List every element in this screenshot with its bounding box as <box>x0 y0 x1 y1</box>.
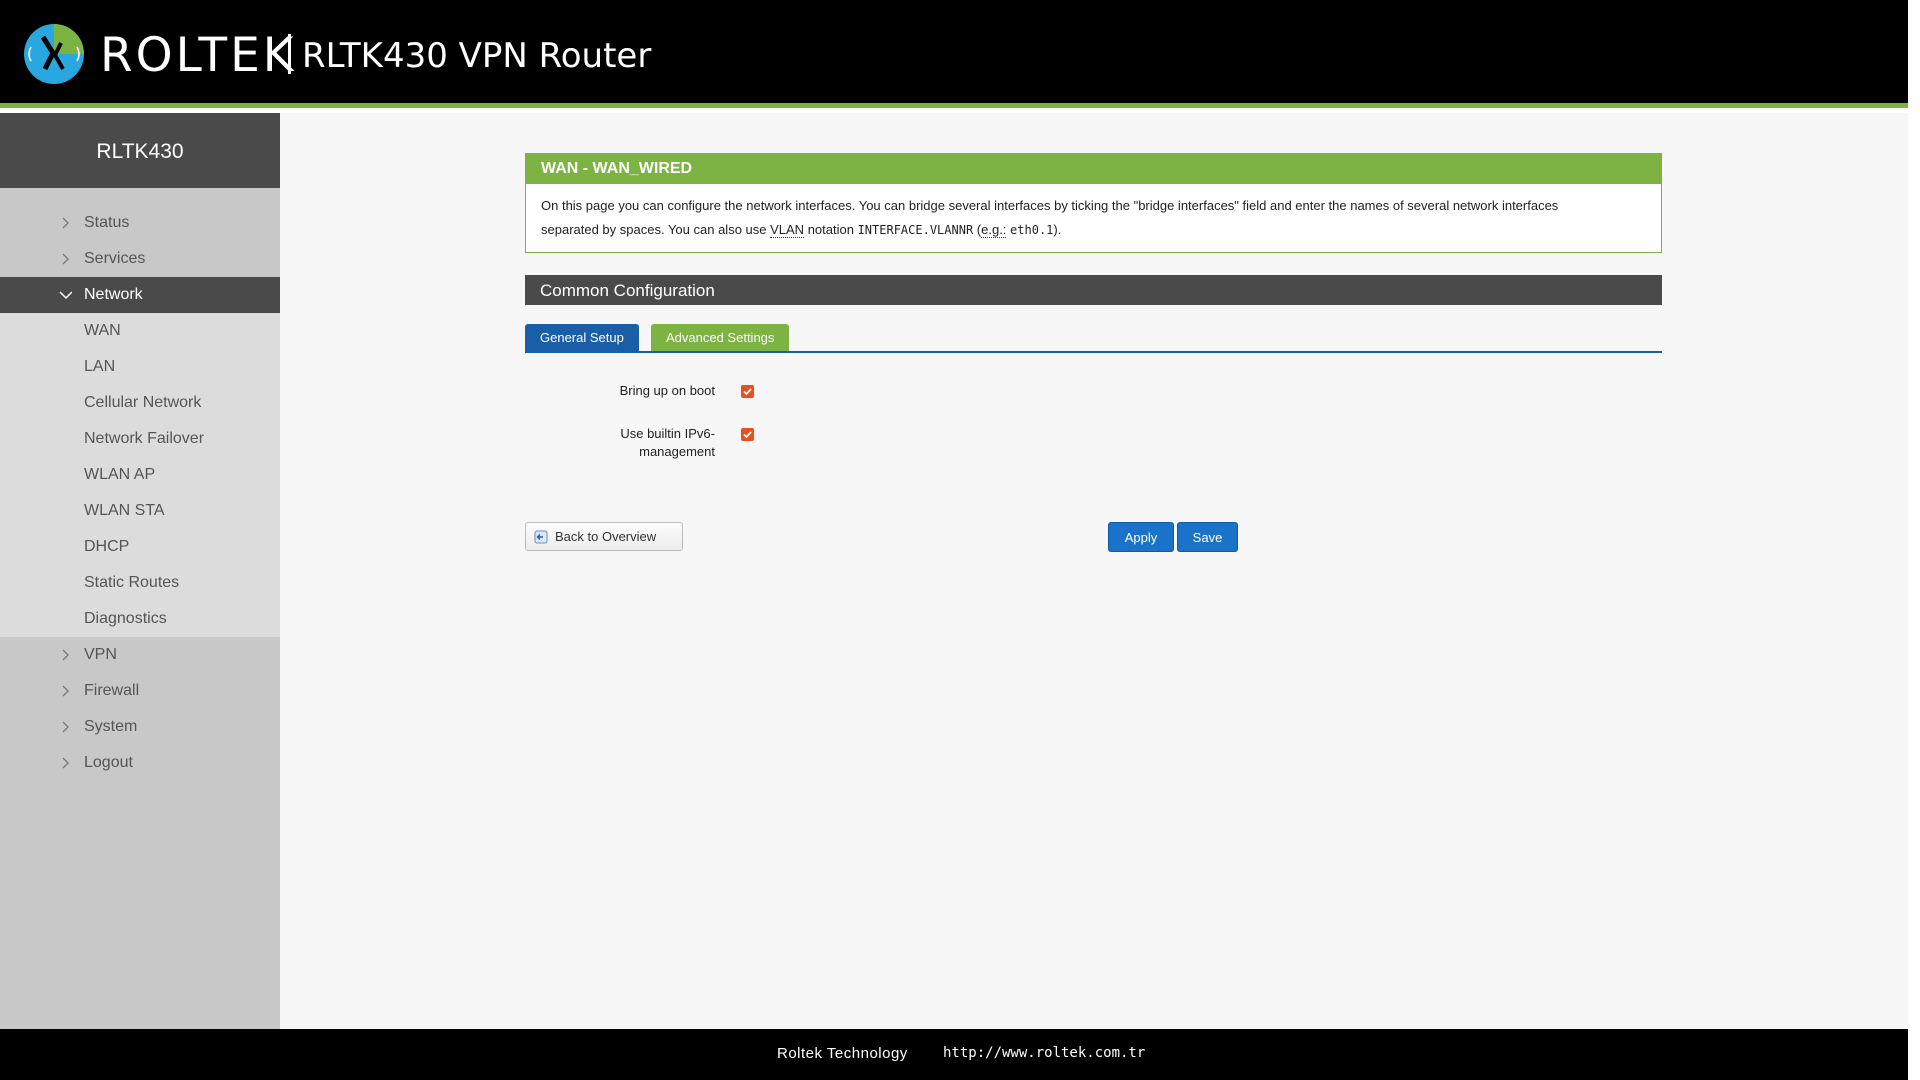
back-to-overview-button[interactable]: Back to Overview <box>525 522 683 551</box>
main-content: WAN - WAN_WIRED On this page you can con… <box>280 113 1908 1029</box>
sidebar-item-label: VPN <box>84 646 117 663</box>
sidebar: RLTK430 Status Services Network WAN LAN … <box>0 113 280 1029</box>
chevron-down-icon <box>59 291 72 300</box>
boot-label: Bring up on boot <box>619 383 715 398</box>
back-arrow-icon <box>534 530 548 544</box>
description-text: ( <box>973 222 982 237</box>
header-accent-line <box>0 103 1908 108</box>
device-name: RLTK430 <box>0 113 280 188</box>
sidebar-item-system[interactable]: System <box>0 709 280 745</box>
sidebar-subitem-cellular-network[interactable]: Cellular Network <box>0 385 280 421</box>
chevron-right-icon <box>62 253 69 265</box>
page-edge <box>1908 0 1920 1080</box>
section-title: Common Configuration <box>525 275 1662 305</box>
sidebar-item-services[interactable]: Services <box>0 241 280 277</box>
sidebar-subitem-wlan-sta[interactable]: WLAN STA <box>0 493 280 529</box>
footer: Roltek Technology http://www.roltek.com.… <box>0 1029 1908 1080</box>
form-row-boot: Bring up on boot <box>525 382 925 402</box>
description-text: separated by spaces. You can also use <box>541 222 771 237</box>
description-line-1: On this page you can configure the netwo… <box>541 198 1559 213</box>
ipv6-checkbox[interactable] <box>741 428 754 441</box>
save-button[interactable]: Save <box>1177 522 1238 552</box>
ipv6-label-line-2: management <box>639 444 715 459</box>
sidebar-item-firewall[interactable]: Firewall <box>0 673 280 709</box>
vlan-abbr: VLAN <box>770 222 805 238</box>
eg-abbr: e.g.: <box>981 222 1007 238</box>
sidebar-item-status[interactable]: Status <box>0 205 280 241</box>
footer-company: Roltek Technology <box>777 1045 908 1062</box>
chevron-right-icon <box>62 757 69 769</box>
top-header: ROLTEK RLTK430 VPN Router <box>0 0 1908 108</box>
form-row-ipv6: Use builtin IPv6- management <box>525 425 925 465</box>
brand-divider <box>288 34 291 74</box>
checkmark-icon <box>743 431 752 439</box>
network-submenu: WAN LAN Cellular Network Network Failove… <box>0 313 280 637</box>
sidebar-nav: Status Services Network WAN LAN Cellular… <box>0 188 280 781</box>
sidebar-item-label: Services <box>84 250 146 267</box>
roltek-logo-icon <box>24 24 84 84</box>
product-title: RLTK430 VPN Router <box>302 36 652 76</box>
sidebar-item-vpn[interactable]: VPN <box>0 637 280 673</box>
chevron-right-icon <box>62 649 69 661</box>
ipv6-label: Use builtin IPv6- management <box>555 425 715 461</box>
sidebar-subitem-wlan-ap[interactable]: WLAN AP <box>0 457 280 493</box>
sidebar-item-label: Firewall <box>84 682 140 699</box>
chevron-right-icon <box>62 721 69 733</box>
sidebar-item-label: Network <box>84 286 143 303</box>
sidebar-subitem-lan[interactable]: LAN <box>0 349 280 385</box>
chevron-right-icon <box>62 685 69 697</box>
sidebar-subitem-diagnostics[interactable]: Diagnostics <box>0 601 280 637</box>
checkmark-icon <box>743 388 752 396</box>
sidebar-item-label: System <box>84 718 138 735</box>
description-text: ). <box>1053 222 1062 237</box>
back-button-label: Back to Overview <box>555 529 657 544</box>
page-description: On this page you can configure the netwo… <box>526 184 1661 252</box>
page-title: WAN - WAN_WIRED <box>526 154 1661 184</box>
info-panel: WAN - WAN_WIRED On this page you can con… <box>525 153 1662 253</box>
sidebar-item-label: Status <box>84 214 130 231</box>
footer-url-link[interactable]: http://www.roltek.com.tr <box>943 1045 1145 1061</box>
config-tabs: General Setup Advanced Settings <box>525 324 1662 353</box>
code-interface: INTERFACE.VLANNR <box>857 223 974 237</box>
sidebar-item-logout[interactable]: Logout <box>0 745 280 781</box>
code-example: eth0.1 <box>1010 223 1054 237</box>
boot-checkbox[interactable] <box>741 385 754 398</box>
brand-name: ROLTEK <box>100 28 297 83</box>
sidebar-item-label: Logout <box>84 754 133 771</box>
sidebar-subitem-wan[interactable]: WAN <box>0 313 280 349</box>
tab-general-setup[interactable]: General Setup <box>525 324 639 351</box>
apply-button[interactable]: Apply <box>1108 522 1174 552</box>
chevron-right-icon <box>62 217 69 229</box>
sidebar-subitem-dhcp[interactable]: DHCP <box>0 529 280 565</box>
sidebar-subitem-static-routes[interactable]: Static Routes <box>0 565 280 601</box>
ipv6-label-line-1: Use builtin IPv6- <box>620 426 715 441</box>
sidebar-item-network[interactable]: Network <box>0 277 280 313</box>
sidebar-subitem-network-failover[interactable]: Network Failover <box>0 421 280 457</box>
description-text: notation <box>804 222 858 237</box>
description-line-2: separated by spaces. You can also use VL… <box>541 218 1646 242</box>
tab-advanced-settings[interactable]: Advanced Settings <box>651 324 790 351</box>
